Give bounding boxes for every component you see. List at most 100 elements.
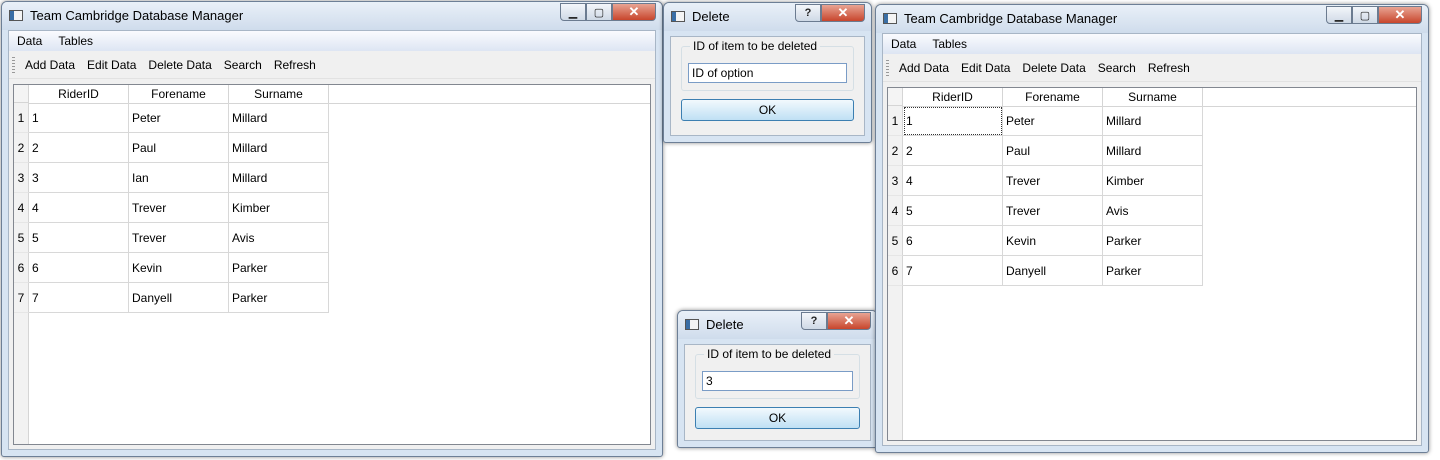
cell-riderid[interactable]: 2 xyxy=(903,136,1003,166)
cell-surname[interactable]: Kimber xyxy=(1103,166,1203,196)
cell-forename[interactable]: Trever xyxy=(129,223,229,253)
cell-riderid[interactable]: 5 xyxy=(29,223,129,253)
row-header[interactable]: 2 xyxy=(888,136,903,166)
row-header[interactable]: 4 xyxy=(888,196,903,226)
edit-data-button[interactable]: Edit Data xyxy=(81,58,142,72)
table-row[interactable]: 2 2 Paul Millard xyxy=(888,136,1416,166)
ok-button[interactable]: OK xyxy=(681,99,854,121)
cell-riderid[interactable]: 1 xyxy=(29,103,129,133)
column-header-surname[interactable]: Surname xyxy=(1103,88,1203,106)
row-header[interactable]: 1 xyxy=(888,106,903,136)
cell-surname[interactable]: Millard xyxy=(229,103,329,133)
row-header[interactable]: 5 xyxy=(888,226,903,256)
title-bar[interactable]: Team Cambridge Database Manager ▁ ▢ ✕ xyxy=(876,5,1428,33)
cell-surname[interactable]: Avis xyxy=(1103,196,1203,226)
row-header[interactable]: 5 xyxy=(14,223,29,253)
column-header-surname[interactable]: Surname xyxy=(229,85,329,103)
toolbar-grip-handle[interactable] xyxy=(886,60,889,76)
menu-tables[interactable]: Tables xyxy=(50,34,101,48)
table-row[interactable]: 5 6 Kevin Parker xyxy=(888,226,1416,256)
column-header-riderid[interactable]: RiderID xyxy=(29,85,129,103)
dialog-title-bar[interactable]: Delete ? ✕ xyxy=(678,311,877,339)
table-row[interactable]: 1 1 Peter Millard xyxy=(888,106,1416,136)
delete-id-input[interactable] xyxy=(702,371,853,391)
table-row[interactable]: 6 6 Kevin Parker xyxy=(14,253,650,283)
ok-button[interactable]: OK xyxy=(695,407,860,429)
cell-riderid[interactable]: 2 xyxy=(29,133,129,163)
row-header[interactable]: 3 xyxy=(888,166,903,196)
menu-data[interactable]: Data xyxy=(9,34,50,48)
table-row[interactable]: 5 5 Trever Avis xyxy=(14,223,650,253)
cell-riderid-focused[interactable]: 1 xyxy=(903,106,1003,136)
cell-forename[interactable]: Trever xyxy=(1003,196,1103,226)
cell-forename[interactable]: Kevin xyxy=(129,253,229,283)
maximize-button[interactable]: ▢ xyxy=(1352,6,1378,24)
cell-forename[interactable]: Kevin xyxy=(1003,226,1103,256)
toolbar-grip-handle[interactable] xyxy=(12,57,15,73)
menu-tables[interactable]: Tables xyxy=(924,37,975,51)
cell-riderid[interactable]: 6 xyxy=(29,253,129,283)
table-corner[interactable] xyxy=(14,85,29,103)
row-header[interactable]: 7 xyxy=(14,283,29,313)
table-row[interactable]: 2 2 Paul Millard xyxy=(14,133,650,163)
row-header[interactable]: 2 xyxy=(14,133,29,163)
table-row[interactable]: 4 5 Trever Avis xyxy=(888,196,1416,226)
cell-surname[interactable]: Parker xyxy=(229,253,329,283)
column-header-forename[interactable]: Forename xyxy=(1003,88,1103,106)
row-header[interactable]: 4 xyxy=(14,193,29,223)
search-button[interactable]: Search xyxy=(218,58,268,72)
row-header[interactable]: 6 xyxy=(888,256,903,286)
cell-surname[interactable]: Millard xyxy=(229,133,329,163)
table-row[interactable]: 1 1 Peter Millard xyxy=(14,103,650,133)
cell-surname[interactable]: Millard xyxy=(1103,106,1203,136)
cell-riderid[interactable]: 7 xyxy=(29,283,129,313)
close-button[interactable]: ✕ xyxy=(827,312,871,330)
cell-surname[interactable]: Avis xyxy=(229,223,329,253)
refresh-button[interactable]: Refresh xyxy=(268,58,322,72)
menu-data[interactable]: Data xyxy=(883,37,924,51)
column-header-riderid[interactable]: RiderID xyxy=(903,88,1003,106)
cell-forename[interactable]: Peter xyxy=(129,103,229,133)
search-button[interactable]: Search xyxy=(1092,61,1142,75)
help-button[interactable]: ? xyxy=(795,4,821,22)
column-header-forename[interactable]: Forename xyxy=(129,85,229,103)
title-bar[interactable]: Team Cambridge Database Manager ▁ ▢ ✕ xyxy=(2,2,662,30)
cell-riderid[interactable]: 5 xyxy=(903,196,1003,226)
cell-surname[interactable]: Kimber xyxy=(229,193,329,223)
cell-forename[interactable]: Trever xyxy=(1003,166,1103,196)
cell-forename[interactable]: Danyell xyxy=(1003,256,1103,286)
delete-data-button[interactable]: Delete Data xyxy=(1016,61,1091,75)
cell-surname[interactable]: Parker xyxy=(1103,256,1203,286)
refresh-button[interactable]: Refresh xyxy=(1142,61,1196,75)
cell-riderid[interactable]: 4 xyxy=(29,193,129,223)
cell-surname[interactable]: Millard xyxy=(1103,136,1203,166)
table-row[interactable]: 6 7 Danyell Parker xyxy=(888,256,1416,286)
cell-forename[interactable]: Paul xyxy=(1003,136,1103,166)
cell-forename[interactable]: Paul xyxy=(129,133,229,163)
cell-surname[interactable]: Millard xyxy=(229,163,329,193)
cell-forename[interactable]: Danyell xyxy=(129,283,229,313)
table-row[interactable]: 4 4 Trever Kimber xyxy=(14,193,650,223)
minimize-button[interactable]: ▁ xyxy=(1326,6,1352,24)
cell-riderid[interactable]: 4 xyxy=(903,166,1003,196)
data-table[interactable]: RiderID Forename Surname 1 1 Peter Millard … xyxy=(887,87,1417,441)
cell-forename[interactable]: Trever xyxy=(129,193,229,223)
edit-data-button[interactable]: Edit Data xyxy=(955,61,1016,75)
cell-riderid[interactable]: 6 xyxy=(903,226,1003,256)
add-data-button[interactable]: Add Data xyxy=(893,61,955,75)
close-button[interactable]: ✕ xyxy=(612,3,656,21)
table-row[interactable]: 7 7 Danyell Parker xyxy=(14,283,650,313)
close-button[interactable]: ✕ xyxy=(1378,6,1422,24)
maximize-button[interactable]: ▢ xyxy=(586,3,612,21)
cell-forename[interactable]: Ian xyxy=(129,163,229,193)
row-header[interactable]: 1 xyxy=(14,103,29,133)
add-data-button[interactable]: Add Data xyxy=(19,58,81,72)
cell-riderid[interactable]: 7 xyxy=(903,256,1003,286)
delete-id-input[interactable] xyxy=(688,63,847,83)
cell-surname[interactable]: Parker xyxy=(229,283,329,313)
row-header[interactable]: 3 xyxy=(14,163,29,193)
data-table[interactable]: RiderID Forename Surname 1 1 Peter Millard … xyxy=(13,84,651,445)
table-row[interactable]: 3 3 Ian Millard xyxy=(14,163,650,193)
cell-forename[interactable]: Peter xyxy=(1003,106,1103,136)
dialog-title-bar[interactable]: Delete ? ✕ xyxy=(664,3,871,31)
